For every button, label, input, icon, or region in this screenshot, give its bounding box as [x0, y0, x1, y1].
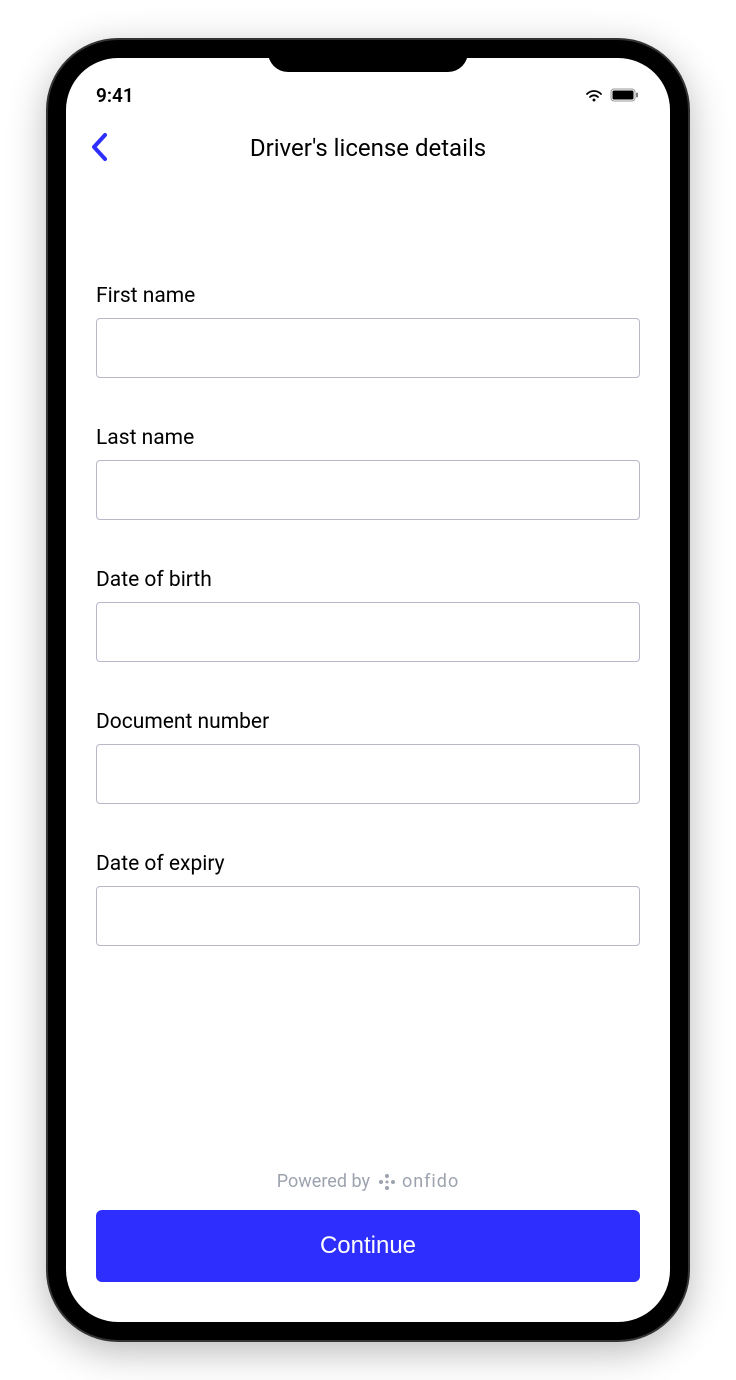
status-time: 9:41 — [96, 84, 134, 107]
form-group-expiry: Date of expiry — [96, 852, 640, 946]
wifi-icon — [584, 88, 604, 103]
onfido-logo: onfido — [378, 1171, 459, 1192]
first-name-label: First name — [96, 284, 640, 308]
footer: Powered by onfido Continue — [66, 1171, 670, 1322]
battery-icon — [610, 88, 640, 102]
first-name-input[interactable] — [96, 318, 640, 378]
phone-frame: 9:41 — [48, 40, 688, 1340]
powered-by: Powered by onfido — [96, 1171, 640, 1192]
expiry-label: Date of expiry — [96, 852, 640, 876]
form-group-first-name: First name — [96, 284, 640, 378]
last-name-input[interactable] — [96, 460, 640, 520]
continue-button[interactable]: Continue — [96, 1210, 640, 1282]
dob-label: Date of birth — [96, 568, 640, 592]
form-content: First name Last name Date of birth Docum… — [66, 174, 670, 1171]
status-indicators — [584, 88, 640, 103]
nav-bar: Driver's license details — [66, 114, 670, 174]
chevron-left-icon — [90, 150, 108, 165]
phone-screen: 9:41 — [66, 58, 670, 1322]
document-number-input[interactable] — [96, 744, 640, 804]
page-title: Driver's license details — [250, 134, 486, 162]
back-button[interactable] — [86, 128, 112, 169]
dob-input[interactable] — [96, 602, 640, 662]
brand-name: onfido — [402, 1171, 459, 1192]
phone-notch — [268, 40, 468, 72]
last-name-label: Last name — [96, 426, 640, 450]
expiry-input[interactable] — [96, 886, 640, 946]
form-group-dob: Date of birth — [96, 568, 640, 662]
document-number-label: Document number — [96, 710, 640, 734]
powered-by-text: Powered by — [277, 1171, 370, 1192]
form-group-document-number: Document number — [96, 710, 640, 804]
form-group-last-name: Last name — [96, 426, 640, 520]
onfido-icon — [378, 1173, 396, 1191]
